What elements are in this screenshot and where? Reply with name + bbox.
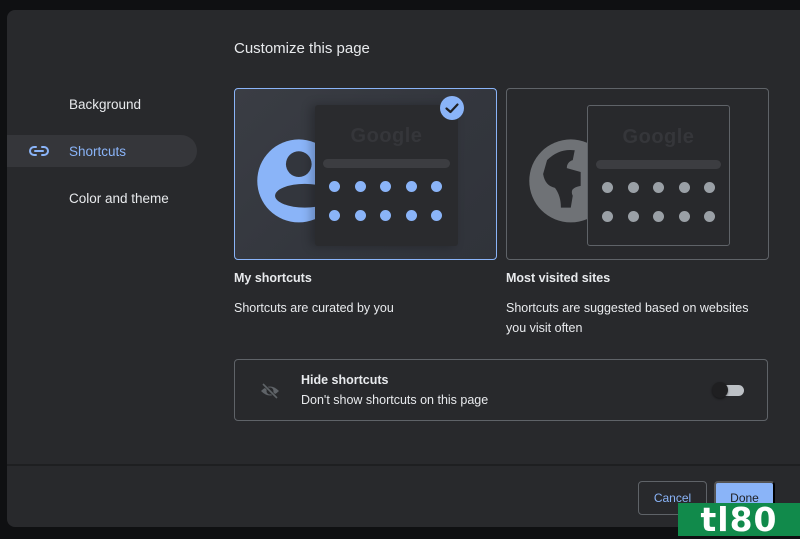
sidebar: Background Shortcuts Color and theme — [7, 88, 197, 229]
preview-shortcut-dot — [627, 182, 639, 193]
link-icon — [29, 143, 49, 159]
sidebar-item-shortcuts[interactable]: Shortcuts — [7, 135, 197, 167]
preview-shortcut-dot — [431, 181, 442, 192]
preview-shortcut-dot — [380, 181, 391, 192]
preview-shortcut-dot — [354, 181, 366, 192]
sidebar-item-color-and-theme[interactable]: Color and theme — [7, 182, 197, 214]
preview-shortcut-dot — [704, 211, 715, 222]
preview-shortcut-dot — [329, 210, 340, 221]
preview-shortcut-dot — [678, 182, 690, 193]
most-visited-option-card[interactable]: Google — [506, 88, 769, 260]
my-shortcuts-title: My shortcuts — [234, 271, 312, 285]
hide-shortcuts-row[interactable]: Hide shortcuts Don't show shortcuts on t… — [234, 359, 768, 421]
new-tab-preview: Google — [315, 105, 458, 246]
preview-shortcut-dot — [678, 211, 690, 222]
sidebar-item-background[interactable]: Background — [7, 88, 197, 120]
new-tab-preview: Google — [587, 105, 730, 246]
hide-shortcuts-description: Don't show shortcuts on this page — [301, 393, 489, 407]
preview-shortcut-dot — [627, 211, 639, 222]
toggle-knob — [712, 382, 728, 398]
preview-shortcut-dot — [354, 210, 366, 221]
preview-search-bar — [596, 160, 721, 169]
preview-google-logo: Google — [622, 126, 695, 148]
my-shortcuts-option-card[interactable]: Google — [234, 88, 497, 260]
selected-check-icon — [440, 96, 464, 120]
hide-shortcuts-toggle[interactable] — [712, 382, 746, 398]
preview-shortcut-dot — [405, 181, 417, 192]
most-visited-description: Shortcuts are suggested based on website… — [506, 301, 749, 335]
preview-shortcut-dot — [329, 181, 340, 192]
sidebar-item-label: Color and theme — [69, 190, 169, 206]
customize-dialog: Customize this page Background Shortcuts… — [7, 10, 800, 527]
eye-off-icon — [259, 380, 281, 402]
sidebar-item-label: Background — [69, 96, 142, 112]
most-visited-title: Most visited sites — [506, 271, 611, 285]
preview-shortcut-dot — [602, 211, 613, 222]
preview-shortcut-dot — [405, 210, 417, 221]
preview-shortcut-dot — [431, 210, 442, 221]
preview-shortcut-dot — [380, 210, 391, 221]
preview-search-bar — [323, 159, 450, 168]
preview-shortcut-dot — [653, 211, 664, 222]
dialog-title: Customize this page — [234, 40, 370, 57]
watermark-logo: tl80 — [678, 503, 800, 536]
preview-shortcut-dot — [653, 182, 664, 193]
preview-google-logo: Google — [350, 125, 423, 147]
my-shortcuts-description: Shortcuts are curated by you — [234, 301, 394, 315]
sidebar-item-label: Shortcuts — [69, 143, 127, 159]
preview-shortcut-dot — [602, 182, 613, 193]
hide-shortcuts-title: Hide shortcuts — [301, 373, 389, 387]
footer-divider — [7, 464, 800, 466]
preview-shortcut-dot — [704, 182, 715, 193]
